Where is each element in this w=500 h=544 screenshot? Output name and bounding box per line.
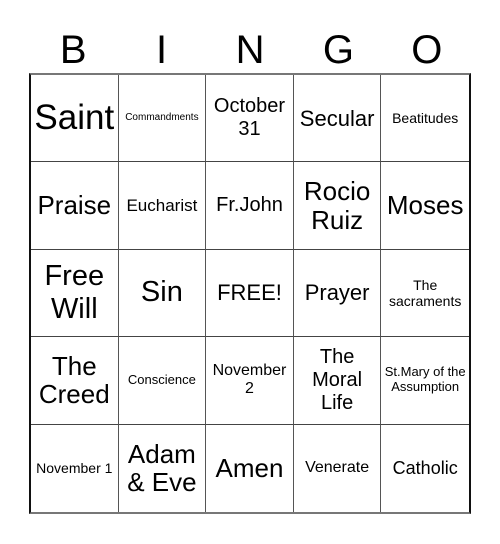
bingo-cell[interactable]: The Creed (31, 337, 119, 425)
bingo-header: B I N G O (29, 28, 471, 72)
bingo-board: Saint Commandments October 31 Secular Be… (29, 73, 471, 514)
bingo-cell[interactable]: Amen (206, 424, 294, 512)
bingo-cell[interactable]: Fr.John (206, 162, 294, 250)
bingo-cell[interactable]: November 2 (206, 337, 294, 425)
bingo-cell[interactable]: November 1 (31, 424, 119, 512)
bingo-cell[interactable]: Prayer (293, 249, 382, 338)
header-letter-b: B (59, 28, 87, 72)
bingo-cell[interactable]: Free Will (31, 249, 119, 338)
bingo-cell[interactable]: Adam & Eve (119, 424, 207, 512)
bingo-cell[interactable]: Conscience (118, 337, 207, 425)
bingo-cell[interactable]: Secular (293, 75, 382, 163)
header-letter-i: I (156, 28, 168, 72)
bingo-cell[interactable]: Saint (31, 75, 119, 163)
bingo-cell[interactable]: St.Mary of the Assumption (381, 337, 469, 425)
bingo-cell[interactable]: Commandments (118, 75, 207, 163)
bingo-cell[interactable]: Beatitudes (381, 75, 469, 163)
bingo-cell[interactable]: Rocio Ruiz (293, 162, 382, 250)
bingo-cell[interactable]: October 31 (206, 75, 294, 163)
bingo-cell[interactable]: Moses (381, 162, 469, 250)
bingo-cell[interactable]: The Moral Life (293, 337, 382, 425)
bingo-cell[interactable]: Eucharist (118, 162, 207, 250)
bingo-cell[interactable]: Venerate (294, 424, 382, 512)
bingo-cell[interactable]: Catholic (381, 425, 469, 512)
header-letter-g: G (322, 28, 354, 72)
bingo-cell[interactable]: Sin (118, 249, 207, 338)
bingo-cell[interactable]: The sacraments (381, 250, 469, 338)
free-space[interactable]: FREE! (206, 249, 294, 338)
header-letter-n: N (235, 28, 265, 72)
header-letter-o: O (411, 28, 443, 72)
bingo-cell[interactable]: Praise (31, 162, 119, 250)
